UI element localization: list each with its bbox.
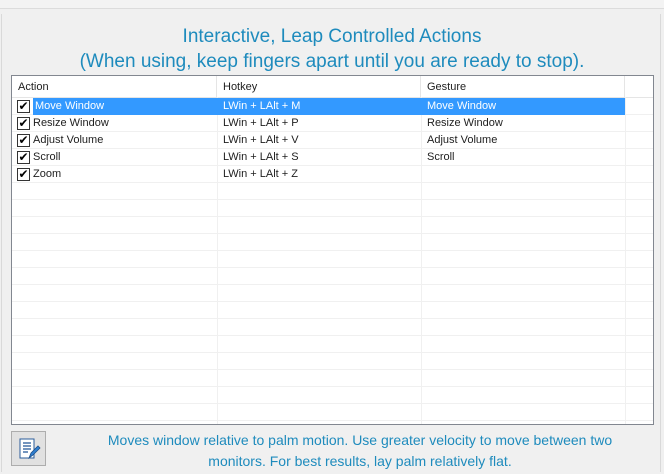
cell-action: Zoom <box>33 168 62 180</box>
row-checkbox[interactable]: ✔ <box>17 100 30 113</box>
row-checkbox[interactable]: ✔ <box>17 117 30 130</box>
empty-row <box>12 200 653 217</box>
empty-row <box>12 302 653 319</box>
cell-action: Resize Window <box>33 117 109 129</box>
row-checkbox[interactable]: ✔ <box>17 168 30 181</box>
empty-row <box>12 404 653 421</box>
empty-row <box>12 234 653 251</box>
empty-row <box>12 183 653 200</box>
action-description-line2: monitors. For best results, lay palm rel… <box>208 453 512 469</box>
action-description-line1: Moves window relative to palm motion. Us… <box>107 432 613 448</box>
cell-gesture: Adjust Volume <box>427 134 498 146</box>
column-header-hotkey[interactable]: Hotkey <box>217 76 421 97</box>
checkmark-icon: ✔ <box>18 116 29 130</box>
cell-hotkey: LWin + LAlt + P <box>223 117 299 129</box>
edit-button[interactable] <box>11 431 46 466</box>
empty-row <box>12 336 653 353</box>
cell-gesture <box>421 166 625 183</box>
table-row[interactable]: ✔ Zoom LWin + LAlt + Z <box>12 166 653 183</box>
actions-list[interactable]: Action Hotkey Gesture ✔ Move Window LWin +… <box>11 75 654 425</box>
empty-row <box>12 268 653 285</box>
page-subtitle: (When using, keep fingers apart until yo… <box>79 51 585 72</box>
top-strip <box>0 0 664 9</box>
checkmark-icon: ✔ <box>18 99 29 113</box>
empty-row <box>12 353 653 370</box>
cell-hotkey: LWin + LAlt + M <box>217 98 421 115</box>
empty-row <box>12 319 653 336</box>
column-header-action[interactable]: Action <box>12 76 217 97</box>
cell-action: Move Window <box>33 98 217 115</box>
cell-hotkey: LWin + LAlt + Z <box>223 168 298 180</box>
empty-row <box>12 251 653 268</box>
cell-gesture: Scroll <box>427 151 455 163</box>
empty-row <box>12 217 653 234</box>
cell-gesture: Move Window <box>421 98 625 115</box>
cell-action: Adjust Volume <box>33 134 104 146</box>
cell-action: Scroll <box>33 151 61 163</box>
checkmark-icon: ✔ <box>18 150 29 164</box>
edit-document-icon <box>19 438 41 460</box>
table-row[interactable]: ✔ Adjust Volume LWin + LAlt + V Adjust Volu… <box>12 132 653 149</box>
cell-hotkey: LWin + LAlt + V <box>223 134 299 146</box>
cell-hotkey: LWin + LAlt + S <box>223 151 299 163</box>
table-row[interactable]: ✔ Resize Window LWin + LAlt + P Resize Wind… <box>12 115 653 132</box>
row-checkbox[interactable]: ✔ <box>17 134 30 147</box>
empty-row <box>12 370 653 387</box>
column-header-gesture[interactable]: Gesture <box>421 76 625 97</box>
list-header: Action Hotkey Gesture <box>12 76 653 98</box>
empty-row <box>12 387 653 404</box>
page-title: Interactive, Leap Controlled Actions <box>182 26 482 47</box>
cell-gesture: Resize Window <box>427 117 503 129</box>
table-row[interactable]: ✔ Move Window LWin + LAlt + M Move Window <box>12 98 653 115</box>
empty-row <box>12 285 653 302</box>
row-checkbox[interactable]: ✔ <box>17 151 30 164</box>
table-row[interactable]: ✔ Scroll LWin + LAlt + S Scroll <box>12 149 653 166</box>
checkmark-icon: ✔ <box>18 133 29 147</box>
checkmark-icon: ✔ <box>18 167 29 181</box>
